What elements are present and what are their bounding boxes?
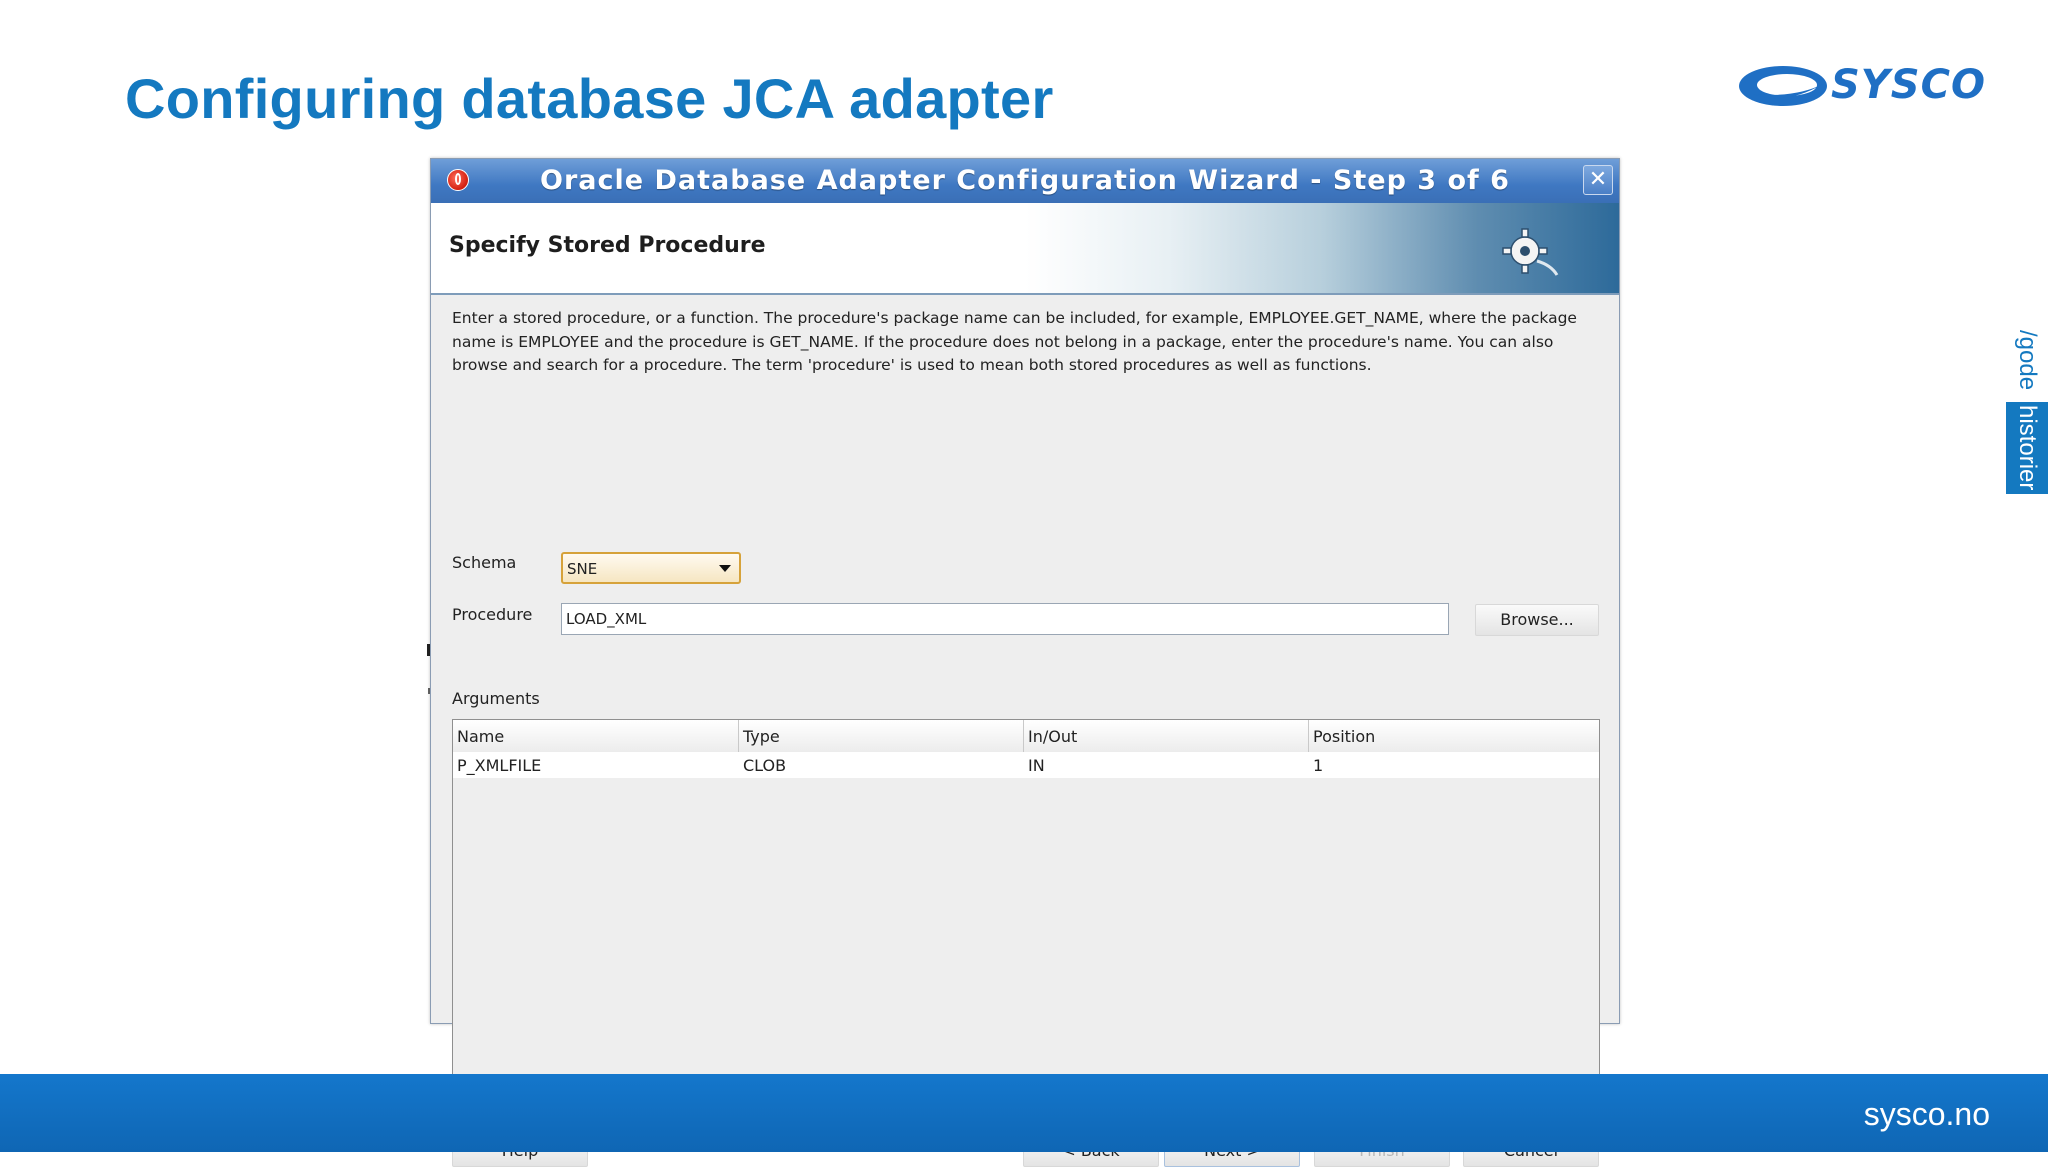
instructions-text: Enter a stored procedure, or a function.… bbox=[452, 309, 1577, 374]
logo-text: SYSCO bbox=[1831, 62, 1986, 108]
cell-type: CLOB bbox=[743, 756, 787, 775]
schema-label: Schema bbox=[452, 553, 517, 572]
dialog-title: Oracle Database Adapter Configuration Wi… bbox=[540, 165, 1510, 196]
step-banner: Specify Stored Procedure bbox=[431, 203, 1619, 295]
dialog-titlebar[interactable]: Oracle Database Adapter Configuration Wi… bbox=[431, 159, 1619, 203]
footer-bar: sysco.no bbox=[0, 1074, 2048, 1152]
procedure-label: Procedure bbox=[452, 605, 533, 624]
sysco-logo-swoosh-icon bbox=[1739, 66, 1827, 106]
dropdown-arrow-icon bbox=[719, 565, 731, 572]
browse-button[interactable]: Browse... bbox=[1475, 604, 1599, 636]
close-button[interactable]: ✕ bbox=[1583, 165, 1613, 195]
side-tab-text-gode: /gode bbox=[2014, 330, 2041, 391]
column-header-inout[interactable]: In/Out bbox=[1028, 727, 1077, 746]
table-header: Name Type In/Out Position bbox=[453, 720, 1599, 753]
column-header-name[interactable]: Name bbox=[457, 727, 504, 746]
gear-icon bbox=[1502, 228, 1559, 276]
side-tab-text-historier: historier bbox=[2006, 402, 2048, 494]
close-icon: ✕ bbox=[1588, 167, 1608, 192]
slide-title: Configuring database JCA adapter bbox=[125, 67, 1054, 130]
table-row[interactable]: P_XMLFILE CLOB IN 1 bbox=[453, 752, 1599, 778]
arguments-label: Arguments bbox=[452, 689, 540, 708]
cell-inout: IN bbox=[1028, 756, 1045, 775]
cell-position: 1 bbox=[1313, 756, 1324, 775]
column-header-position[interactable]: Position bbox=[1313, 727, 1375, 746]
side-tab: /gode historier bbox=[2006, 330, 2048, 495]
footer-url: sysco.no bbox=[1863, 1096, 1990, 1132]
procedure-input[interactable] bbox=[561, 603, 1449, 635]
column-header-type[interactable]: Type bbox=[743, 727, 780, 746]
step-title: Specify Stored Procedure bbox=[449, 233, 766, 258]
arguments-table: Name Type In/Out Position P_XMLFILE CLOB… bbox=[452, 719, 1600, 1117]
schema-select[interactable]: SNE bbox=[561, 552, 741, 584]
cell-name: P_XMLFILE bbox=[457, 756, 542, 775]
wizard-dialog: Oracle Database Adapter Configuration Wi… bbox=[430, 158, 1620, 1167]
schema-value: SNE bbox=[567, 560, 598, 578]
sysco-logo: SYSCO bbox=[1735, 58, 1995, 114]
